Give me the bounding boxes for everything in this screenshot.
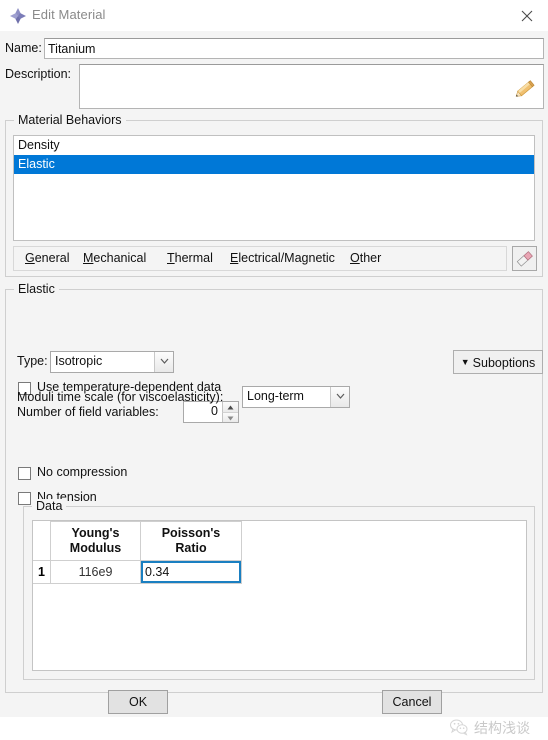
no-compression-checkbox[interactable]	[18, 467, 31, 480]
menu-item-electrical-magnetic[interactable]: Electrical/Magnetic	[230, 251, 335, 265]
cancel-button[interactable]: Cancel	[382, 690, 442, 714]
field-variables-value: 0	[211, 404, 218, 418]
name-input[interactable]	[44, 38, 544, 59]
column-header-line1: Young's	[71, 526, 120, 540]
material-behaviors-group: Material Behaviors Density Elastic Gener…	[5, 113, 543, 277]
menu-item-mechanical[interactable]: Mechanical	[83, 251, 146, 265]
data-table-container[interactable]: Young's Modulus Poisson's Ratio 1 116e9 …	[32, 520, 527, 671]
material-behaviors-title: Material Behaviors	[14, 113, 126, 127]
type-select-value: Isotropic	[55, 354, 103, 368]
column-header-line2: Modulus	[69, 541, 122, 555]
watermark: 结构浅谈	[449, 716, 544, 740]
column-header-poissons-ratio[interactable]: Poisson's Ratio	[140, 521, 242, 561]
list-item[interactable]: Elastic	[14, 155, 534, 174]
ok-button[interactable]: OK	[108, 690, 168, 714]
title-bar: Edit Material	[0, 0, 548, 32]
row-number: 1	[33, 560, 51, 584]
stepper-up-icon[interactable]	[222, 402, 238, 412]
moduli-time-scale-value: Long-term	[247, 389, 304, 403]
menu-item-general[interactable]: General	[25, 251, 69, 265]
behaviors-list[interactable]: Density Elastic	[13, 135, 535, 241]
behaviors-menu-bar: General Mechanical Thermal Electrical/Ma…	[13, 246, 507, 271]
no-tension-checkbox[interactable]	[18, 492, 31, 505]
moduli-time-scale-label: Moduli time scale (for viscoelasticity):	[17, 390, 224, 404]
list-item[interactable]: Density	[14, 136, 534, 155]
stepper-buttons[interactable]	[222, 402, 238, 422]
cell-poissons-ratio[interactable]: 0.34	[140, 560, 242, 584]
elastic-group: Elastic Type: Isotropic ▼ Suboptions Use …	[5, 282, 543, 693]
menu-item-thermal[interactable]: Thermal	[167, 251, 213, 265]
abaqus-diamond-icon	[9, 7, 27, 25]
chevron-down-icon: ▼	[460, 357, 470, 367]
column-header-line2: Ratio	[175, 541, 207, 555]
watermark-text: 结构浅谈	[474, 721, 530, 737]
chevron-down-icon[interactable]	[330, 387, 349, 407]
pencil-icon[interactable]	[512, 77, 540, 103]
close-icon[interactable]	[514, 4, 540, 28]
type-label: Type:	[17, 354, 48, 368]
field-variables-label: Number of field variables:	[17, 405, 159, 419]
description-label: Description:	[5, 67, 71, 81]
column-header-youngs-modulus[interactable]: Young's Modulus	[50, 521, 141, 561]
data-group-title: Data	[32, 499, 67, 513]
type-select[interactable]: Isotropic	[50, 351, 174, 373]
eraser-icon[interactable]	[512, 246, 537, 271]
data-table: Young's Modulus Poisson's Ratio 1 116e9 …	[33, 521, 242, 584]
chevron-down-icon[interactable]	[154, 352, 173, 372]
stepper-down-icon[interactable]	[222, 412, 238, 422]
wechat-icon	[449, 718, 469, 736]
elastic-group-title: Elastic	[14, 282, 59, 296]
data-group: Data Young's Modulus Poisson's Ratio 1 1…	[23, 499, 535, 680]
suboptions-label: Suboptions	[472, 356, 536, 370]
table-corner-cell	[33, 521, 51, 561]
moduli-time-scale-select[interactable]: Long-term	[242, 386, 350, 408]
no-compression-label: No compression	[37, 465, 128, 479]
description-input[interactable]	[79, 64, 544, 109]
menu-item-other[interactable]: Other	[350, 251, 381, 265]
cell-youngs-modulus[interactable]: 116e9	[50, 560, 141, 584]
name-label: Name:	[5, 41, 42, 55]
column-header-line1: Poisson's	[161, 526, 221, 540]
suboptions-button[interactable]: ▼ Suboptions	[453, 350, 543, 374]
field-variables-stepper[interactable]: 0	[183, 401, 239, 423]
dialog-body: Name: Description: Material Behaviors De…	[0, 31, 548, 737]
table-header-row: Young's Modulus Poisson's Ratio	[33, 521, 242, 561]
table-row: 1 116e9 0.34	[33, 560, 242, 584]
window-title: Edit Material	[32, 7, 106, 22]
